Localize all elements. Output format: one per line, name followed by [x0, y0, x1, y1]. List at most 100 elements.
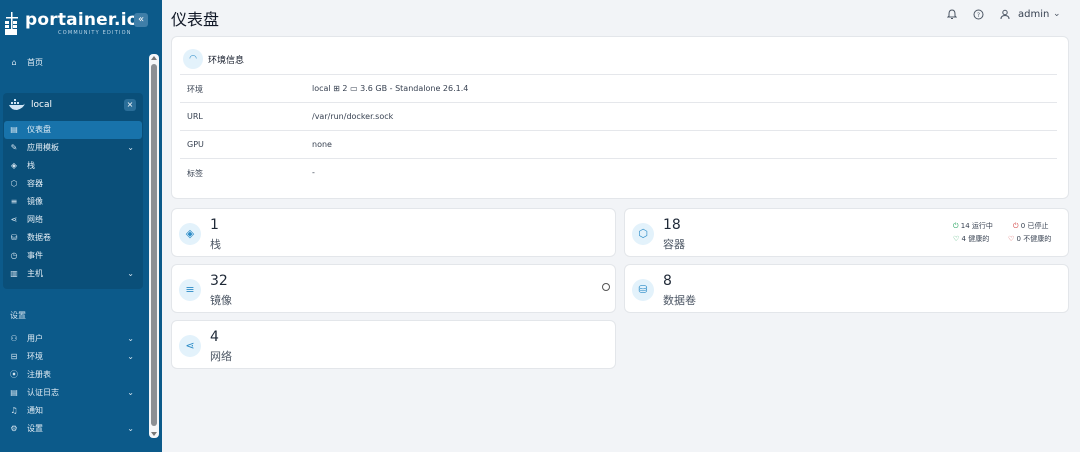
sidebar-item-volumes[interactable]: ⛁ 数据卷	[4, 229, 142, 247]
networks-card[interactable]: ⋖ 4 网络	[171, 320, 616, 369]
gear-icon: ⚙	[10, 424, 18, 433]
volumes-card[interactable]: ⛁ 8 数据卷	[624, 264, 1069, 313]
info-row-url: URL /var/run/docker.sock	[180, 102, 1057, 130]
info-value: -	[312, 168, 315, 177]
environment-name[interactable]: local	[31, 99, 52, 111]
dashboard-icon: ▤	[10, 125, 18, 134]
edit-icon: ✎	[10, 143, 18, 152]
settings-section-title: 设置	[10, 311, 26, 320]
bell-icon: ♫	[10, 406, 18, 415]
home-icon: ⌂	[11, 58, 17, 67]
power-icon: ⏻	[953, 222, 961, 230]
sidebar-item-label: 镜像	[27, 197, 43, 206]
brand-name: portainer.io	[25, 10, 139, 30]
chevron-down-icon: ⌄	[127, 143, 134, 152]
sidebar-item-label: 事件	[27, 251, 43, 260]
environment-info-card: ◠ 环境信息 环境 local ⊞ 2 ▭ 3.6 GB - Standalon…	[171, 36, 1069, 199]
sidebar-item-settings[interactable]: ⚙ 设置 ⌄	[4, 420, 142, 438]
sidebar-item-containers[interactable]: ⬡ 容器	[4, 175, 142, 193]
list-icon: ≡	[179, 279, 201, 301]
sidebar-item-images[interactable]: ≡ 镜像	[4, 193, 142, 211]
stat-count: 8	[663, 273, 672, 289]
stat-label: 网络	[210, 350, 232, 363]
user-icon[interactable]	[997, 7, 1013, 23]
sidebar-item-label: 通知	[27, 406, 43, 415]
chevron-down-icon: ⌄	[127, 334, 134, 343]
running-status: ⏻ 14 运行中	[953, 222, 993, 230]
stat-label: 栈	[210, 238, 221, 251]
portainer-logo-icon	[5, 12, 18, 35]
info-key: GPU	[187, 140, 204, 149]
scroll-down-icon[interactable]	[151, 432, 157, 436]
user-menu-name[interactable]: admin	[1018, 9, 1049, 20]
registry-icon: ⦿	[10, 370, 18, 379]
info-row-tags: 标签 -	[180, 158, 1057, 186]
log-icon: ▤	[10, 388, 18, 397]
collapse-sidebar-button[interactable]: «	[134, 13, 148, 27]
bell-icon[interactable]	[944, 7, 960, 23]
sidebar-item-auth-logs[interactable]: ▤ 认证日志 ⌄	[4, 384, 142, 402]
containers-card[interactable]: ⬡ 18 容器 ⏻ 14 运行中 ⏻ 0 已停止 ♡ 4 健康的 ♡ 0 不健康…	[624, 208, 1069, 257]
stacks-card[interactable]: ◈ 1 栈	[171, 208, 616, 257]
stat-label: 镜像	[210, 294, 232, 307]
sidebar-item-label: 首页	[27, 58, 43, 67]
sidebar-scrollbar[interactable]	[149, 54, 159, 438]
stat-count: 1	[210, 217, 219, 233]
sidebar-item-events[interactable]: ◷ 事件	[4, 247, 142, 265]
sidebar: portainer.io COMMUNITY EDITION « ⌂ 首页 lo…	[0, 0, 162, 452]
share-icon: ⋖	[179, 335, 201, 357]
scrollbar-thumb[interactable]	[151, 64, 157, 426]
info-key: 标签	[187, 169, 203, 178]
box-icon: ⬡	[632, 223, 654, 245]
chevron-down-icon: ⌄	[127, 269, 134, 278]
chevron-down-icon: ⌄	[127, 424, 134, 433]
sidebar-item-label: 用户	[27, 334, 43, 343]
sidebar-item-label: 认证日志	[27, 388, 59, 397]
chevron-down-icon: ⌄	[127, 388, 134, 397]
page-title: 仪表盘	[171, 10, 220, 29]
sidebar-item-label: 主机	[27, 269, 43, 278]
help-icon[interactable]: ?	[970, 7, 986, 23]
gauge-icon: ◠	[183, 49, 203, 69]
sidebar-item-label: 栈	[27, 161, 35, 170]
clock-icon: ◷	[10, 251, 18, 260]
close-environment-button[interactable]: ×	[124, 99, 136, 111]
info-key: URL	[187, 112, 203, 121]
sidebar-item-dashboard[interactable]: ▤ 仪表盘	[4, 121, 142, 139]
share-icon: ⋖	[10, 215, 18, 224]
sidebar-item-label: 容器	[27, 179, 43, 188]
sidebar-item-app-templates[interactable]: ✎ 应用模板 ⌄	[4, 139, 142, 157]
info-row-gpu: GPU none	[180, 130, 1057, 158]
sidebar-item-users[interactable]: ⚇ 用户 ⌄	[4, 330, 142, 348]
heart-icon: ♡	[1008, 235, 1017, 243]
chevron-down-icon[interactable]: ⌄	[1053, 9, 1061, 19]
sidebar-item-label: 仪表盘	[27, 125, 51, 134]
sidebar-item-stacks[interactable]: ◈ 栈	[4, 157, 142, 175]
box-icon: ⬡	[10, 179, 18, 188]
sidebar-item-networks[interactable]: ⋖ 网络	[4, 211, 142, 229]
stopped-status: ⏻ 0 已停止	[1013, 222, 1049, 230]
sidebar-item-environments[interactable]: ⊟ 环境 ⌄	[4, 348, 142, 366]
sidebar-item-registries[interactable]: ⦿ 注册表	[4, 366, 142, 384]
stat-count: 18	[663, 217, 681, 233]
sidebar-item-label: 应用模板	[27, 143, 59, 152]
database-icon: ⛁	[10, 233, 18, 242]
host-icon: ▥	[10, 269, 18, 278]
sidebar-item-home[interactable]: ⌂ 首页	[4, 54, 142, 72]
list-icon: ≡	[10, 197, 18, 206]
environment-icon: ⊟	[10, 352, 18, 361]
sidebar-item-host[interactable]: ▥ 主机 ⌄	[4, 265, 142, 283]
power-icon: ⏻	[1013, 222, 1021, 230]
stack-icon: ◈	[179, 223, 201, 245]
database-icon: ⛁	[632, 279, 654, 301]
unhealthy-status: ♡ 0 不健康的	[1008, 235, 1052, 243]
scroll-up-icon[interactable]	[151, 56, 157, 60]
heart-icon: ♡	[953, 235, 962, 243]
docker-whale-icon	[9, 99, 25, 110]
images-card[interactable]: ≡ 32 镜像	[171, 264, 616, 313]
pie-chart-icon	[602, 283, 610, 291]
stat-count: 32	[210, 273, 228, 289]
stat-label: 容器	[663, 238, 685, 251]
stat-label: 数据卷	[663, 294, 696, 307]
sidebar-item-notifications[interactable]: ♫ 通知	[4, 402, 142, 420]
